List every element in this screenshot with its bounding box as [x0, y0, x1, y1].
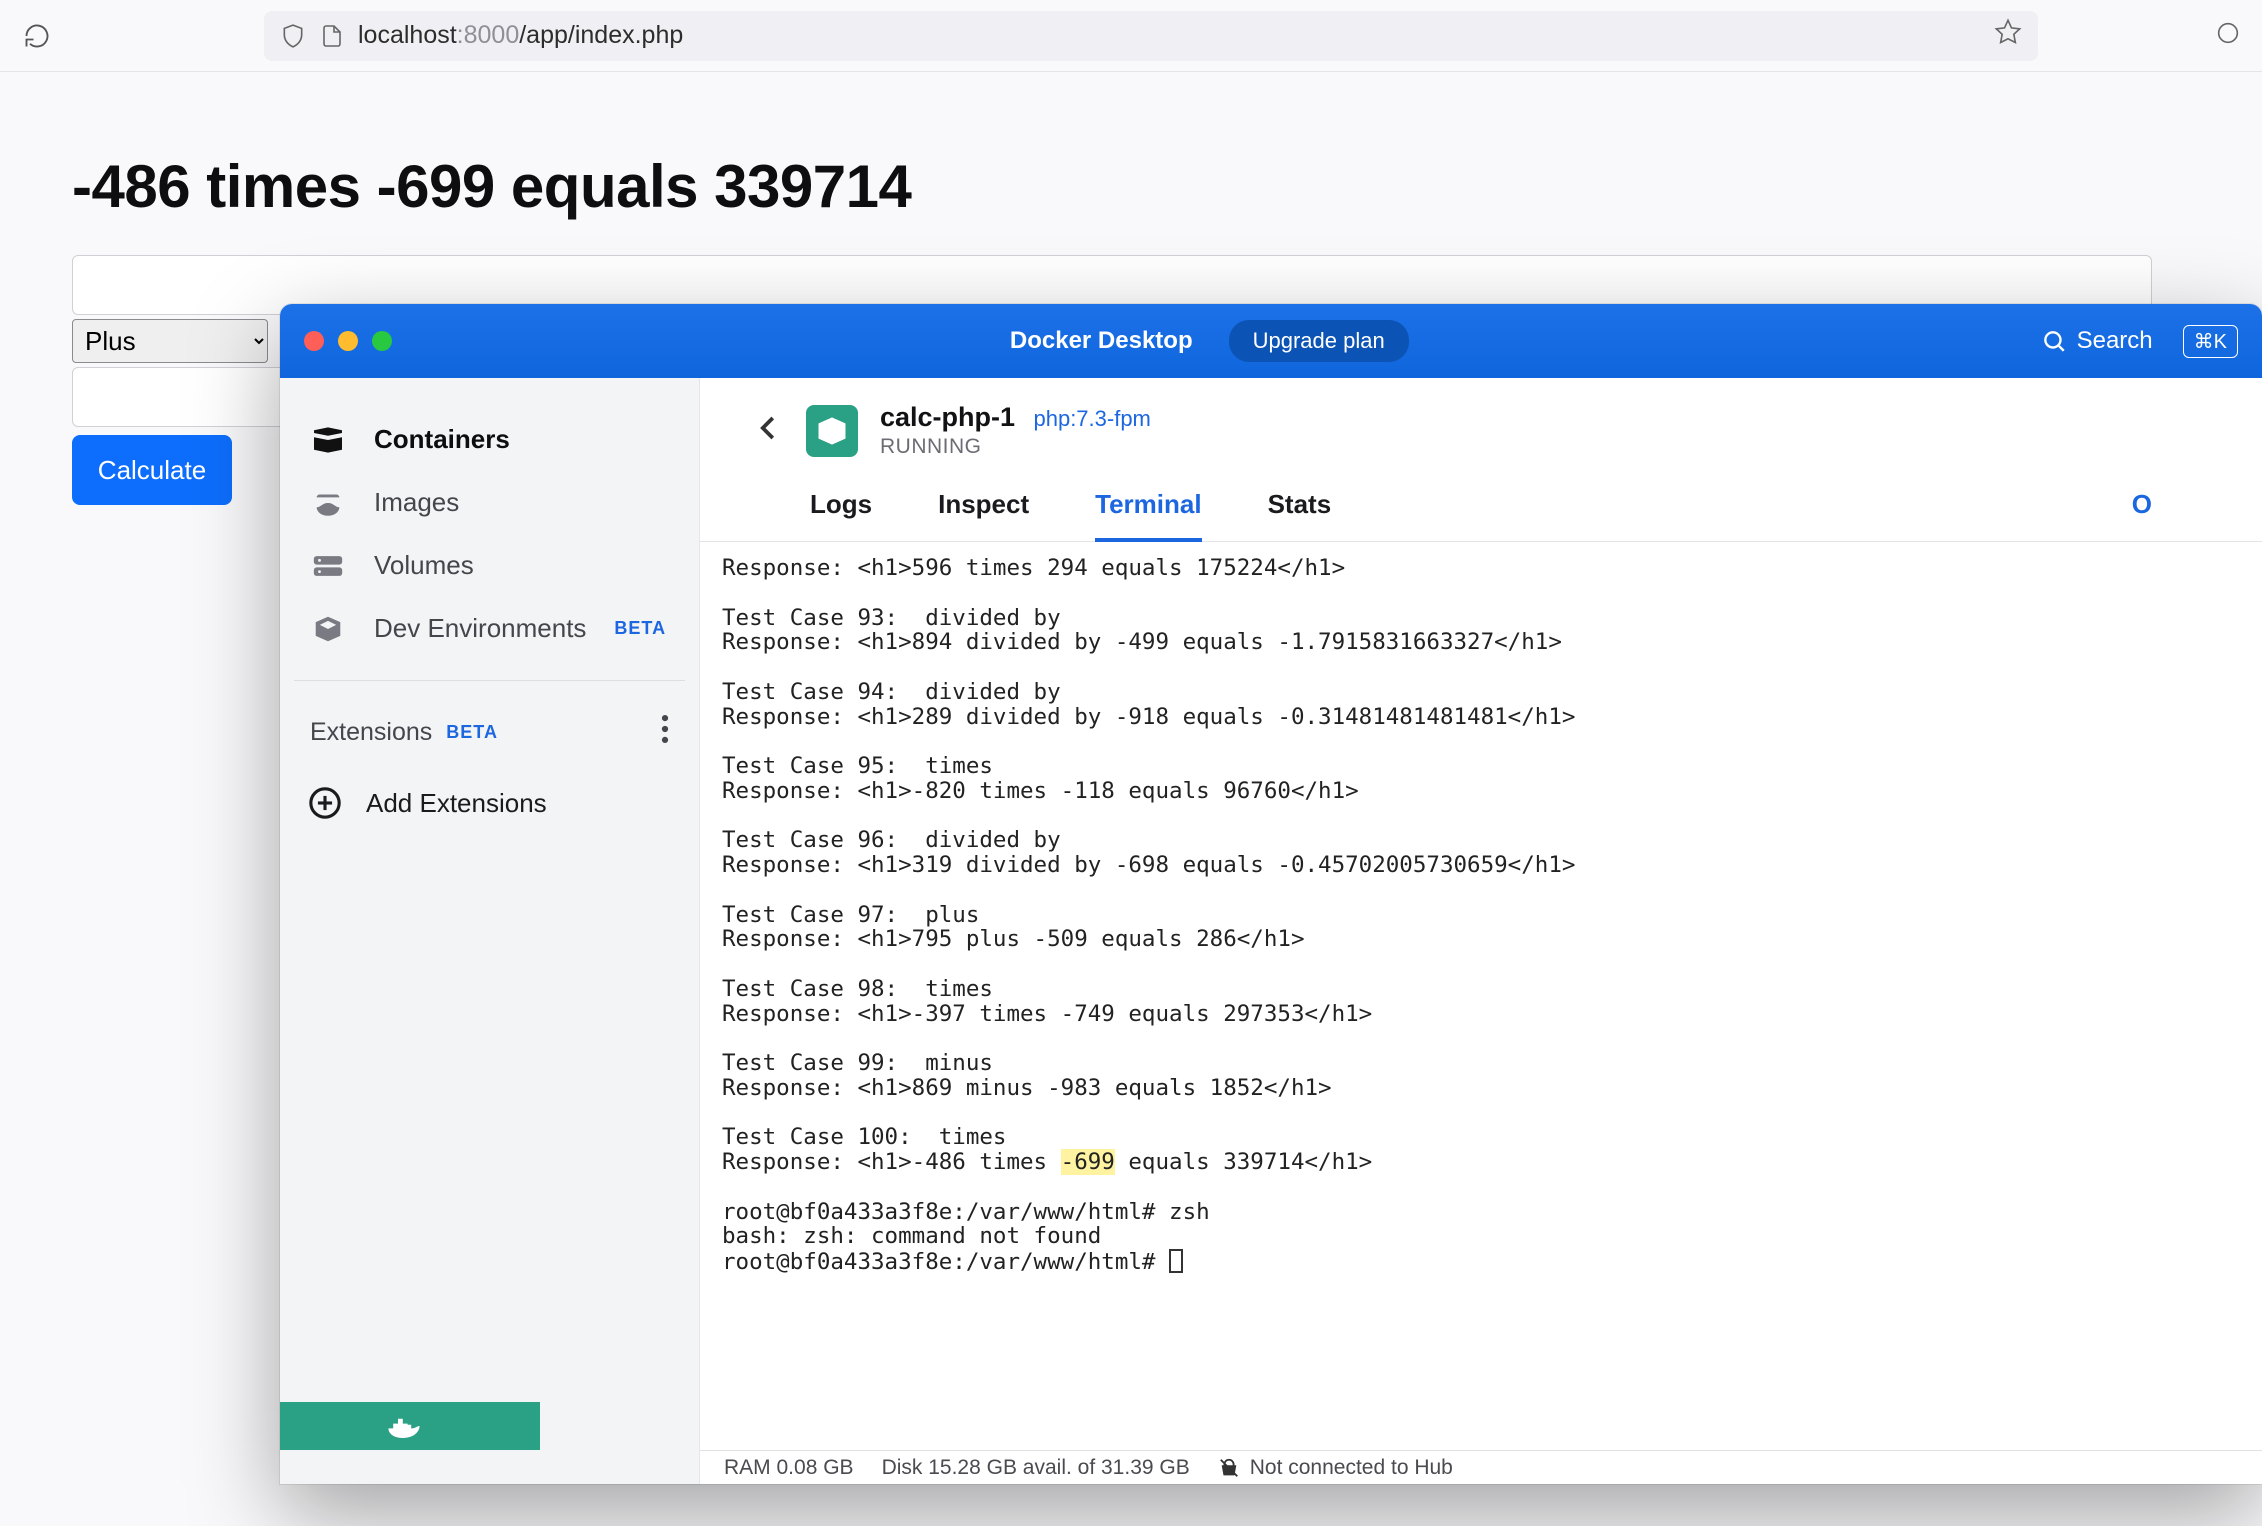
- back-chevron-icon[interactable]: [754, 413, 784, 448]
- upgrade-plan-button[interactable]: Upgrade plan: [1229, 320, 1409, 362]
- shield-icon: [280, 23, 306, 49]
- result-heading: -486 times -699 equals 339714: [72, 152, 2190, 221]
- page-icon: [320, 24, 344, 48]
- calculate-button[interactable]: Calculate: [72, 435, 232, 505]
- docker-desktop-window: Docker Desktop Upgrade plan Search ⌘K Co…: [280, 304, 2262, 1484]
- sidebar-label: Images: [374, 487, 459, 518]
- terminal-output[interactable]: Response: <h1>596 times 294 equals 17522…: [700, 542, 2262, 1450]
- sidebar-item-dev-environments[interactable]: Dev Environments BETA: [280, 597, 699, 660]
- container-name: calc-php-1: [880, 402, 1015, 432]
- tab-logs[interactable]: Logs: [810, 489, 872, 541]
- minimize-traffic-light[interactable]: [338, 331, 358, 351]
- operator-select[interactable]: Plus: [72, 319, 268, 363]
- tab-terminal[interactable]: Terminal: [1095, 489, 1201, 542]
- zoom-traffic-light[interactable]: [372, 331, 392, 351]
- search-label: Search: [2077, 327, 2153, 355]
- close-traffic-light[interactable]: [304, 331, 324, 351]
- sidebar: Containers Images Volumes Dev Environmen…: [280, 378, 700, 1484]
- dev-env-icon: [310, 614, 346, 644]
- containers-icon: [310, 425, 346, 455]
- footer-disk: Disk 15.28 GB avail. of 31.39 GB: [882, 1456, 1190, 1480]
- container-image-link[interactable]: php:7.3-fpm: [1033, 406, 1150, 431]
- url-bar[interactable]: localhost:8000/app/index.php: [264, 11, 2038, 61]
- container-cube-icon: [806, 405, 858, 457]
- sidebar-extensions-header[interactable]: Extensions BETA: [280, 701, 699, 764]
- sidebar-label: Containers: [374, 424, 510, 455]
- app-title: Docker Desktop: [1010, 327, 1193, 355]
- sidebar-item-images[interactable]: Images: [280, 471, 699, 534]
- sidebar-add-extensions[interactable]: Add Extensions: [280, 764, 699, 842]
- footer-hub-status: Not connected to Hub: [1218, 1456, 1453, 1480]
- sidebar-item-containers[interactable]: Containers: [280, 408, 699, 471]
- window-traffic-lights[interactable]: [304, 331, 392, 351]
- reload-button[interactable]: [20, 19, 54, 53]
- docker-whale-footer-icon[interactable]: [280, 1402, 540, 1450]
- sidebar-label: Volumes: [374, 550, 474, 581]
- images-icon: [310, 488, 346, 518]
- kebab-menu-icon[interactable]: [661, 715, 669, 750]
- footer-ram: RAM 0.08 GB: [724, 1456, 854, 1480]
- tab-inspect[interactable]: Inspect: [938, 489, 1029, 541]
- tab-stats[interactable]: Stats: [1268, 489, 1332, 541]
- tab-open-external[interactable]: O: [2132, 489, 2152, 541]
- titlebar: Docker Desktop Upgrade plan Search ⌘K: [280, 304, 2262, 378]
- beta-badge: BETA: [446, 722, 498, 743]
- bookmark-star-icon[interactable]: [1994, 18, 2022, 53]
- browser-overflow-icon[interactable]: [2214, 19, 2242, 52]
- search-shortcut: ⌘K: [2183, 325, 2238, 358]
- url-text: localhost:8000/app/index.php: [358, 21, 683, 50]
- sidebar-label: Dev Environments: [374, 613, 586, 644]
- volumes-icon: [310, 551, 346, 581]
- search-button[interactable]: Search: [2041, 327, 2153, 355]
- sidebar-label: Add Extensions: [366, 788, 547, 819]
- container-status: RUNNING: [880, 435, 1151, 459]
- beta-badge: BETA: [614, 618, 666, 639]
- sidebar-item-volumes[interactable]: Volumes: [280, 534, 699, 597]
- sidebar-label: Extensions: [310, 718, 432, 747]
